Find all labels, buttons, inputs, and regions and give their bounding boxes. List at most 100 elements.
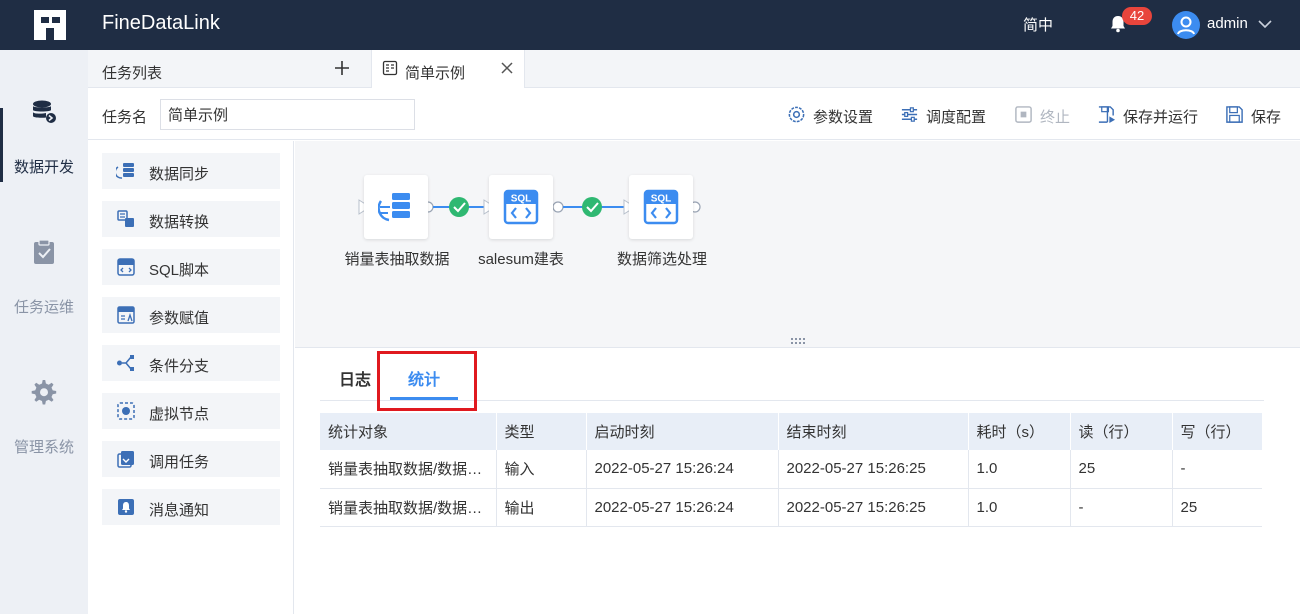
flow-node-label: 销量表抽取数据 (344, 251, 450, 268)
param-assign-icon (117, 306, 135, 324)
column-header[interactable]: 统计对象 (320, 413, 497, 450)
message-notify-icon (118, 499, 134, 515)
table-cell: 2022-05-27 15:26:24 (586, 488, 779, 527)
palette-item-sql-script[interactable]: SQL脚本 (102, 249, 280, 285)
palette-item-data-sync[interactable]: 数据同步 (102, 153, 280, 189)
palette-label: 消息通知 (149, 502, 210, 519)
save-run-icon (1098, 106, 1116, 124)
nav-item-management[interactable]: 管理系统 (0, 330, 88, 456)
virtual-node-icon (117, 402, 135, 420)
table-cell: 销量表抽取数据/数据同步 (320, 450, 497, 489)
finedatalink-logo-icon[interactable] (32, 8, 68, 42)
column-header[interactable]: 写（行） (1172, 413, 1263, 450)
stop-button[interactable]: 终止 (1014, 105, 1072, 126)
node-palette: 数据同步 数据转换 SQL脚本 参数赋值 条件分支 虚拟节点 调用任务 消息通知 (88, 141, 294, 614)
table-row[interactable]: 销量表抽取数据/数据同步 输入 2022-05-27 15:26:24 2022… (320, 450, 1262, 489)
flow-node-data-filter[interactable]: SQL (629, 175, 693, 239)
table-cell: 输出 (496, 488, 587, 527)
notification-badge: 42 (1122, 7, 1152, 25)
svg-text:SQL: SQL (651, 194, 672, 205)
table-cell: - (1070, 488, 1173, 527)
condition-branch-icon (117, 355, 134, 371)
table-cell: 2022-05-27 15:26:25 (778, 450, 969, 489)
data-sync-icon (116, 163, 134, 179)
palette-item-param-assign[interactable]: 参数赋值 (102, 297, 280, 333)
column-header[interactable]: 结束时刻 (778, 413, 969, 450)
flow-node-salesum-create[interactable]: SQL (489, 175, 553, 239)
column-header[interactable]: 耗时（s） (968, 413, 1071, 450)
nav-label: 任务运维 (13, 299, 74, 316)
tabs-bar: 任务列表 简单示例 (88, 50, 1300, 88)
result-panel: 日志 统计 统计对象 类型 启动时刻 结束时刻 耗时（s） 读（行） 写（行） … (295, 347, 1300, 614)
success-check-icon (449, 197, 469, 217)
param-settings-label: 参数设置 (813, 109, 874, 126)
column-header[interactable]: 启动时刻 (586, 413, 779, 450)
save-button[interactable]: 保存 (1225, 105, 1285, 126)
plus-icon[interactable] (334, 60, 350, 76)
table-cell: - (1172, 450, 1262, 489)
chevron-down-icon[interactable] (1257, 16, 1273, 32)
palette-label: 数据转换 (149, 214, 210, 231)
call-task-icon (117, 451, 134, 468)
close-icon[interactable] (500, 61, 514, 75)
palette-item-condition-branch[interactable]: 条件分支 (102, 345, 280, 381)
table-row[interactable]: 销量表抽取数据/数据同步 输出 2022-05-27 15:26:24 2022… (320, 488, 1262, 527)
table-header-row: 统计对象 类型 启动时刻 结束时刻 耗时（s） 读（行） 写（行） (320, 413, 1263, 450)
nav-item-task-ops[interactable]: 任务运维 (0, 190, 88, 316)
user-icon (1177, 16, 1195, 35)
task-list-tab[interactable]: 任务列表 (102, 62, 162, 83)
task-name-label: 任务名 (102, 109, 148, 126)
app-title: FineDataLink (102, 12, 220, 34)
settings-icon (788, 106, 805, 123)
gear-icon (31, 380, 57, 405)
language-switch[interactable]: 简中 (1023, 14, 1053, 35)
save-icon (1226, 106, 1243, 123)
palette-label: 条件分支 (149, 358, 210, 375)
flow-node-sales-extract[interactable] (364, 175, 428, 239)
nav-label: 数据开发 (13, 159, 74, 176)
table-cell: 1.0 (968, 488, 1071, 527)
table-cell: 输入 (496, 450, 587, 489)
palette-item-data-transform[interactable]: 数据转换 (102, 201, 280, 237)
param-settings-button[interactable]: 参数设置 (787, 105, 877, 126)
save-and-run-button[interactable]: 保存并运行 (1097, 105, 1201, 126)
statistics-table: 统计对象 类型 启动时刻 结束时刻 耗时（s） 读（行） 写（行） 销量表抽取数… (320, 413, 1263, 527)
username[interactable]: admin (1207, 15, 1248, 32)
palette-item-virtual-node[interactable]: 虚拟节点 (102, 393, 280, 429)
table-cell: 销量表抽取数据/数据同步 (320, 488, 497, 527)
table-cell: 2022-05-27 15:26:25 (778, 488, 969, 527)
palette-label: 数据同步 (149, 166, 210, 183)
sliders-icon (901, 107, 918, 122)
save-label: 保存 (1251, 109, 1282, 126)
sql-node-icon: SQL (503, 189, 539, 225)
flow-connectors (358, 197, 701, 217)
left-nav: 数据开发 任务运维 管理系统 (0, 50, 88, 614)
schedule-config-button[interactable]: 调度配置 (900, 105, 990, 126)
tab-simple-example[interactable]: 简单示例 (371, 50, 525, 88)
palette-label: 虚拟节点 (149, 406, 210, 423)
nav-item-data-development[interactable]: 数据开发 (0, 50, 88, 182)
save-and-run-label: 保存并运行 (1123, 109, 1199, 126)
stop-icon (1015, 106, 1032, 123)
column-header[interactable]: 读（行） (1070, 413, 1173, 450)
tab-label: 简单示例 (405, 65, 466, 82)
palette-label: 调用任务 (149, 454, 210, 471)
flow-node-label: salesum建表 (478, 251, 564, 268)
column-header[interactable]: 类型 (496, 413, 587, 450)
palette-label: SQL脚本 (149, 262, 210, 279)
flow-node-label: 数据筛选处理 (616, 251, 707, 268)
palette-item-message-notify[interactable]: 消息通知 (102, 489, 280, 525)
tab-log[interactable]: 日志 (339, 366, 371, 390)
avatar[interactable] (1172, 11, 1200, 39)
table-cell: 1.0 (968, 450, 1071, 489)
schedule-config-label: 调度配置 (926, 109, 987, 126)
top-bar: FineDataLink 简中 42 admin (0, 0, 1300, 50)
flow-canvas[interactable]: SQL SQL 销量表抽取数据 salesum建表 数据筛选处理 (295, 141, 1300, 347)
palette-item-call-task[interactable]: 调用任务 (102, 441, 280, 477)
clipboard-check-icon (34, 239, 54, 264)
table-cell: 25 (1172, 488, 1262, 527)
resize-handle-icon[interactable] (791, 338, 805, 344)
palette-label: 参数赋值 (149, 310, 210, 327)
stop-label: 终止 (1040, 109, 1071, 126)
task-name-input[interactable] (160, 99, 415, 130)
